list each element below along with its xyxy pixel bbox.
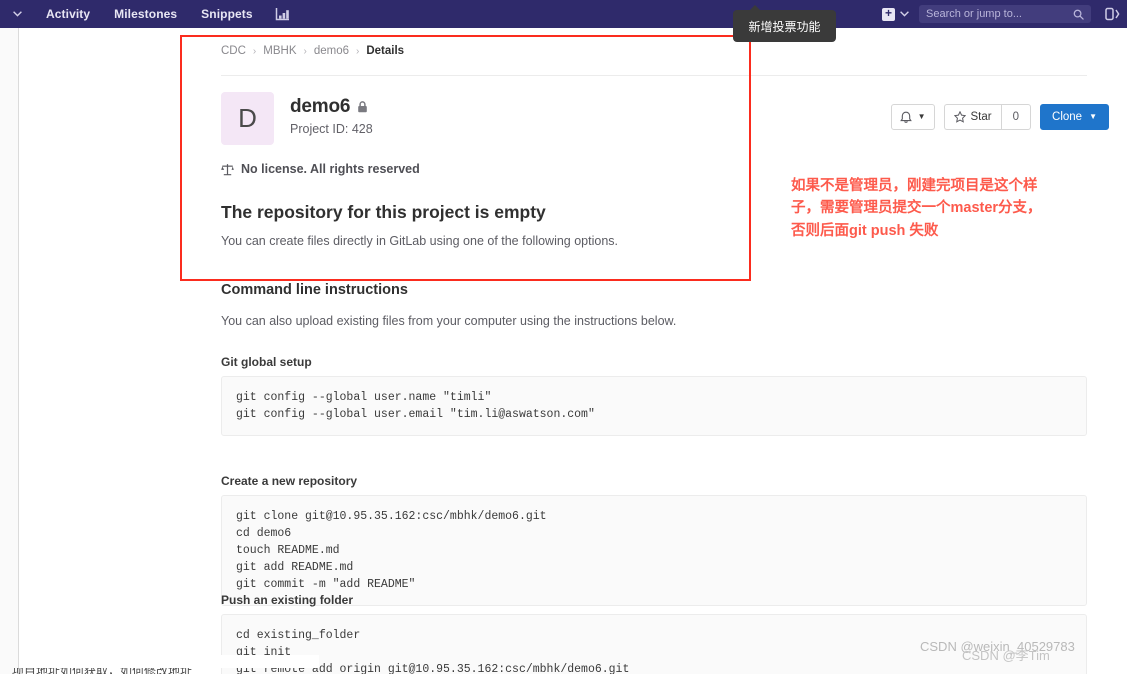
- bottom-white-patch: [19, 655, 319, 668]
- scale-icon: [221, 163, 234, 175]
- search-input[interactable]: Search or jump to...: [919, 5, 1091, 23]
- nav-item-analytics[interactable]: [265, 0, 300, 28]
- lock-icon: [358, 101, 368, 113]
- star-button[interactable]: Star: [943, 104, 1001, 130]
- bottom-cutoff-strip: 项目地址如何获取，如何修改地址: [0, 668, 1127, 674]
- merge-request-icon: [1104, 7, 1119, 21]
- star-icon: [953, 111, 966, 123]
- page-title: demo6: [290, 96, 351, 117]
- top-navbar: Activity Milestones Snippets + Search or…: [0, 0, 1127, 28]
- chevron-down-icon: [12, 11, 22, 17]
- star-button-group: Star 0: [943, 104, 1032, 130]
- watermark-csdn-secondary: CSDN @李Tim: [962, 648, 1050, 663]
- license-text: No license. All rights reserved: [241, 162, 420, 176]
- search-icon: [1073, 9, 1084, 20]
- nav-collapse-caret[interactable]: [0, 0, 34, 28]
- license-row: No license. All rights reserved: [221, 162, 420, 176]
- annotation-text: 如果不是管理员，刚建完项目是这个样 子，需要管理员提交一个master分支， 否…: [791, 175, 1111, 242]
- bell-icon: [899, 111, 912, 123]
- code-block-create-new-repository[interactable]: git clone git@10.95.35.162:csc/mbhk/demo…: [221, 495, 1087, 606]
- cli-section-title: Command line instructions: [221, 282, 408, 298]
- new-item-button[interactable]: +: [872, 0, 919, 28]
- breadcrumb-item-cdc[interactable]: CDC: [221, 45, 246, 57]
- annotation-line-3: 否则后面git push 失败: [791, 222, 939, 239]
- clone-label: Clone: [1052, 111, 1083, 123]
- annotation-line-2: 子，需要管理员提交一个master分支，: [791, 200, 1042, 217]
- chevron-down-icon: ▼: [1089, 112, 1097, 121]
- code-block-git-global-setup[interactable]: git config --global user.name "timli" gi…: [221, 376, 1087, 436]
- nav-item-activity[interactable]: Activity: [34, 0, 102, 28]
- cli-subsection-label-push-existing-folder: Push an existing folder: [221, 593, 354, 607]
- project-id-label: Project ID: 428: [290, 122, 373, 136]
- bar-chart-icon: [275, 8, 289, 21]
- clone-button[interactable]: Clone ▼: [1040, 104, 1109, 130]
- breadcrumb-divider: [221, 75, 1087, 76]
- notifications-button[interactable]: ▼: [890, 104, 935, 130]
- cli-section-subtitle: You can also upload existing files from …: [221, 314, 677, 328]
- screenshot-root: Activity Milestones Snippets + Search or…: [0, 0, 1127, 674]
- project-actions: ▼ Star 0 Clone ▼: [890, 104, 1109, 130]
- sidebar-placeholder: [19, 28, 180, 674]
- chevron-down-icon: [900, 11, 909, 17]
- empty-repo-subtitle: You can create files directly in GitLab …: [221, 234, 619, 248]
- breadcrumb-item-demo6[interactable]: demo6: [314, 45, 349, 57]
- navbar-tooltip: 新增投票功能: [733, 5, 836, 42]
- cli-subsection-label-git-global-setup: Git global setup: [221, 355, 312, 369]
- chevron-down-icon: ▼: [917, 112, 926, 121]
- bottom-cutoff-text: 项目地址如何获取，如何修改地址: [12, 668, 192, 674]
- project-header: D demo6 Project ID: 428: [221, 92, 373, 145]
- page-gutter: [0, 28, 18, 674]
- breadcrumb-separator: ›: [252, 45, 257, 57]
- project-avatar: D: [221, 92, 274, 145]
- breadcrumb-separator: ›: [303, 45, 307, 57]
- nav-item-snippets[interactable]: Snippets: [189, 0, 264, 28]
- project-identity: demo6 Project ID: 428: [290, 92, 373, 136]
- breadcrumb-separator: ›: [356, 45, 360, 57]
- star-label: Star: [970, 111, 992, 123]
- merge-request-button[interactable]: [1099, 0, 1125, 28]
- tooltip-text: 新增投票功能: [748, 19, 821, 34]
- star-count[interactable]: 0: [1000, 104, 1032, 130]
- breadcrumb-item-details[interactable]: Details: [366, 45, 404, 57]
- annotation-line-1: 如果不是管理员，刚建完项目是这个样: [791, 178, 1038, 194]
- empty-repo-title: The repository for this project is empty: [221, 202, 546, 222]
- breadcrumb-item-mbhk[interactable]: MBHK: [263, 45, 296, 57]
- nav-item-milestones[interactable]: Milestones: [102, 0, 189, 28]
- search-placeholder: Search or jump to...: [926, 8, 1022, 20]
- cli-subsection-label-create-new-repository: Create a new repository: [221, 474, 358, 488]
- project-title-row: demo6: [290, 96, 373, 118]
- main-content: CDC › MBHK › demo6 › Details D demo6 Pro…: [180, 28, 1127, 674]
- plus-square-icon: +: [882, 7, 895, 21]
- breadcrumb: CDC › MBHK › demo6 › Details: [221, 45, 404, 57]
